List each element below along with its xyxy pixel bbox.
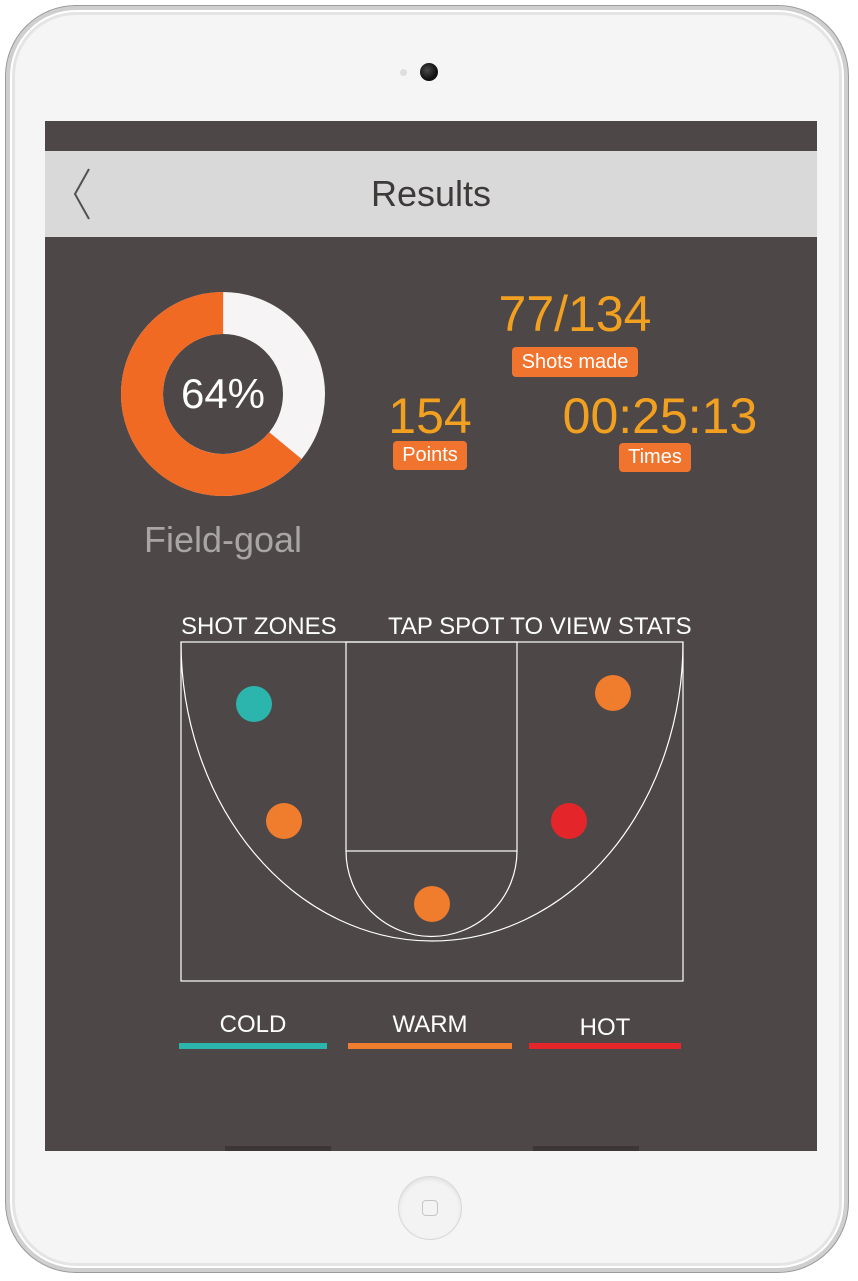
zone-spot-left-corner[interactable] (236, 686, 272, 722)
field-goal-percent: 64% (180, 370, 266, 417)
home-button[interactable] (398, 1176, 462, 1240)
paint-lane (345, 641, 518, 852)
bottom-edge-mark-right (533, 1146, 639, 1151)
zone-spot-right-wing[interactable] (551, 803, 587, 839)
shot-zones-title: SHOT ZONES (181, 613, 337, 640)
legend-warm-label: WARM (392, 1011, 468, 1038)
field-goal-caption: Field-goal (143, 519, 303, 560)
legend-cold-label: COLD (219, 1011, 287, 1038)
points-value: 154 (388, 388, 472, 444)
navigation-bar: Results (45, 151, 817, 237)
legend-hot-label: HOT (579, 1014, 631, 1041)
legend-hot-bar (529, 1043, 681, 1049)
time-value: 00:25:13 (562, 388, 758, 444)
home-square-icon (422, 1200, 438, 1216)
zone-spot-paint[interactable] (414, 886, 450, 922)
front-camera (420, 63, 438, 81)
zone-spot-right-corner[interactable] (595, 675, 631, 711)
legend-cold-bar (179, 1043, 327, 1049)
page-title: Results (370, 173, 492, 214)
app-screen: Results 64% Field-goal 77/134 Shots made… (45, 121, 817, 1151)
bottom-edge-mark-left (225, 1146, 331, 1151)
time-badge: Times (619, 443, 691, 472)
points-badge: Points (393, 441, 467, 470)
light-sensor (400, 69, 407, 76)
tap-spot-instruction: TAP SPOT TO VIEW STATS (388, 613, 692, 640)
half-court-diagram (180, 641, 684, 982)
shots-made-value: 77/134 (498, 286, 652, 342)
legend-warm-bar (348, 1043, 512, 1049)
shots-made-badge: Shots made (512, 347, 638, 377)
back-chevron-icon[interactable] (69, 165, 99, 223)
zone-spot-left-wing[interactable] (266, 803, 302, 839)
